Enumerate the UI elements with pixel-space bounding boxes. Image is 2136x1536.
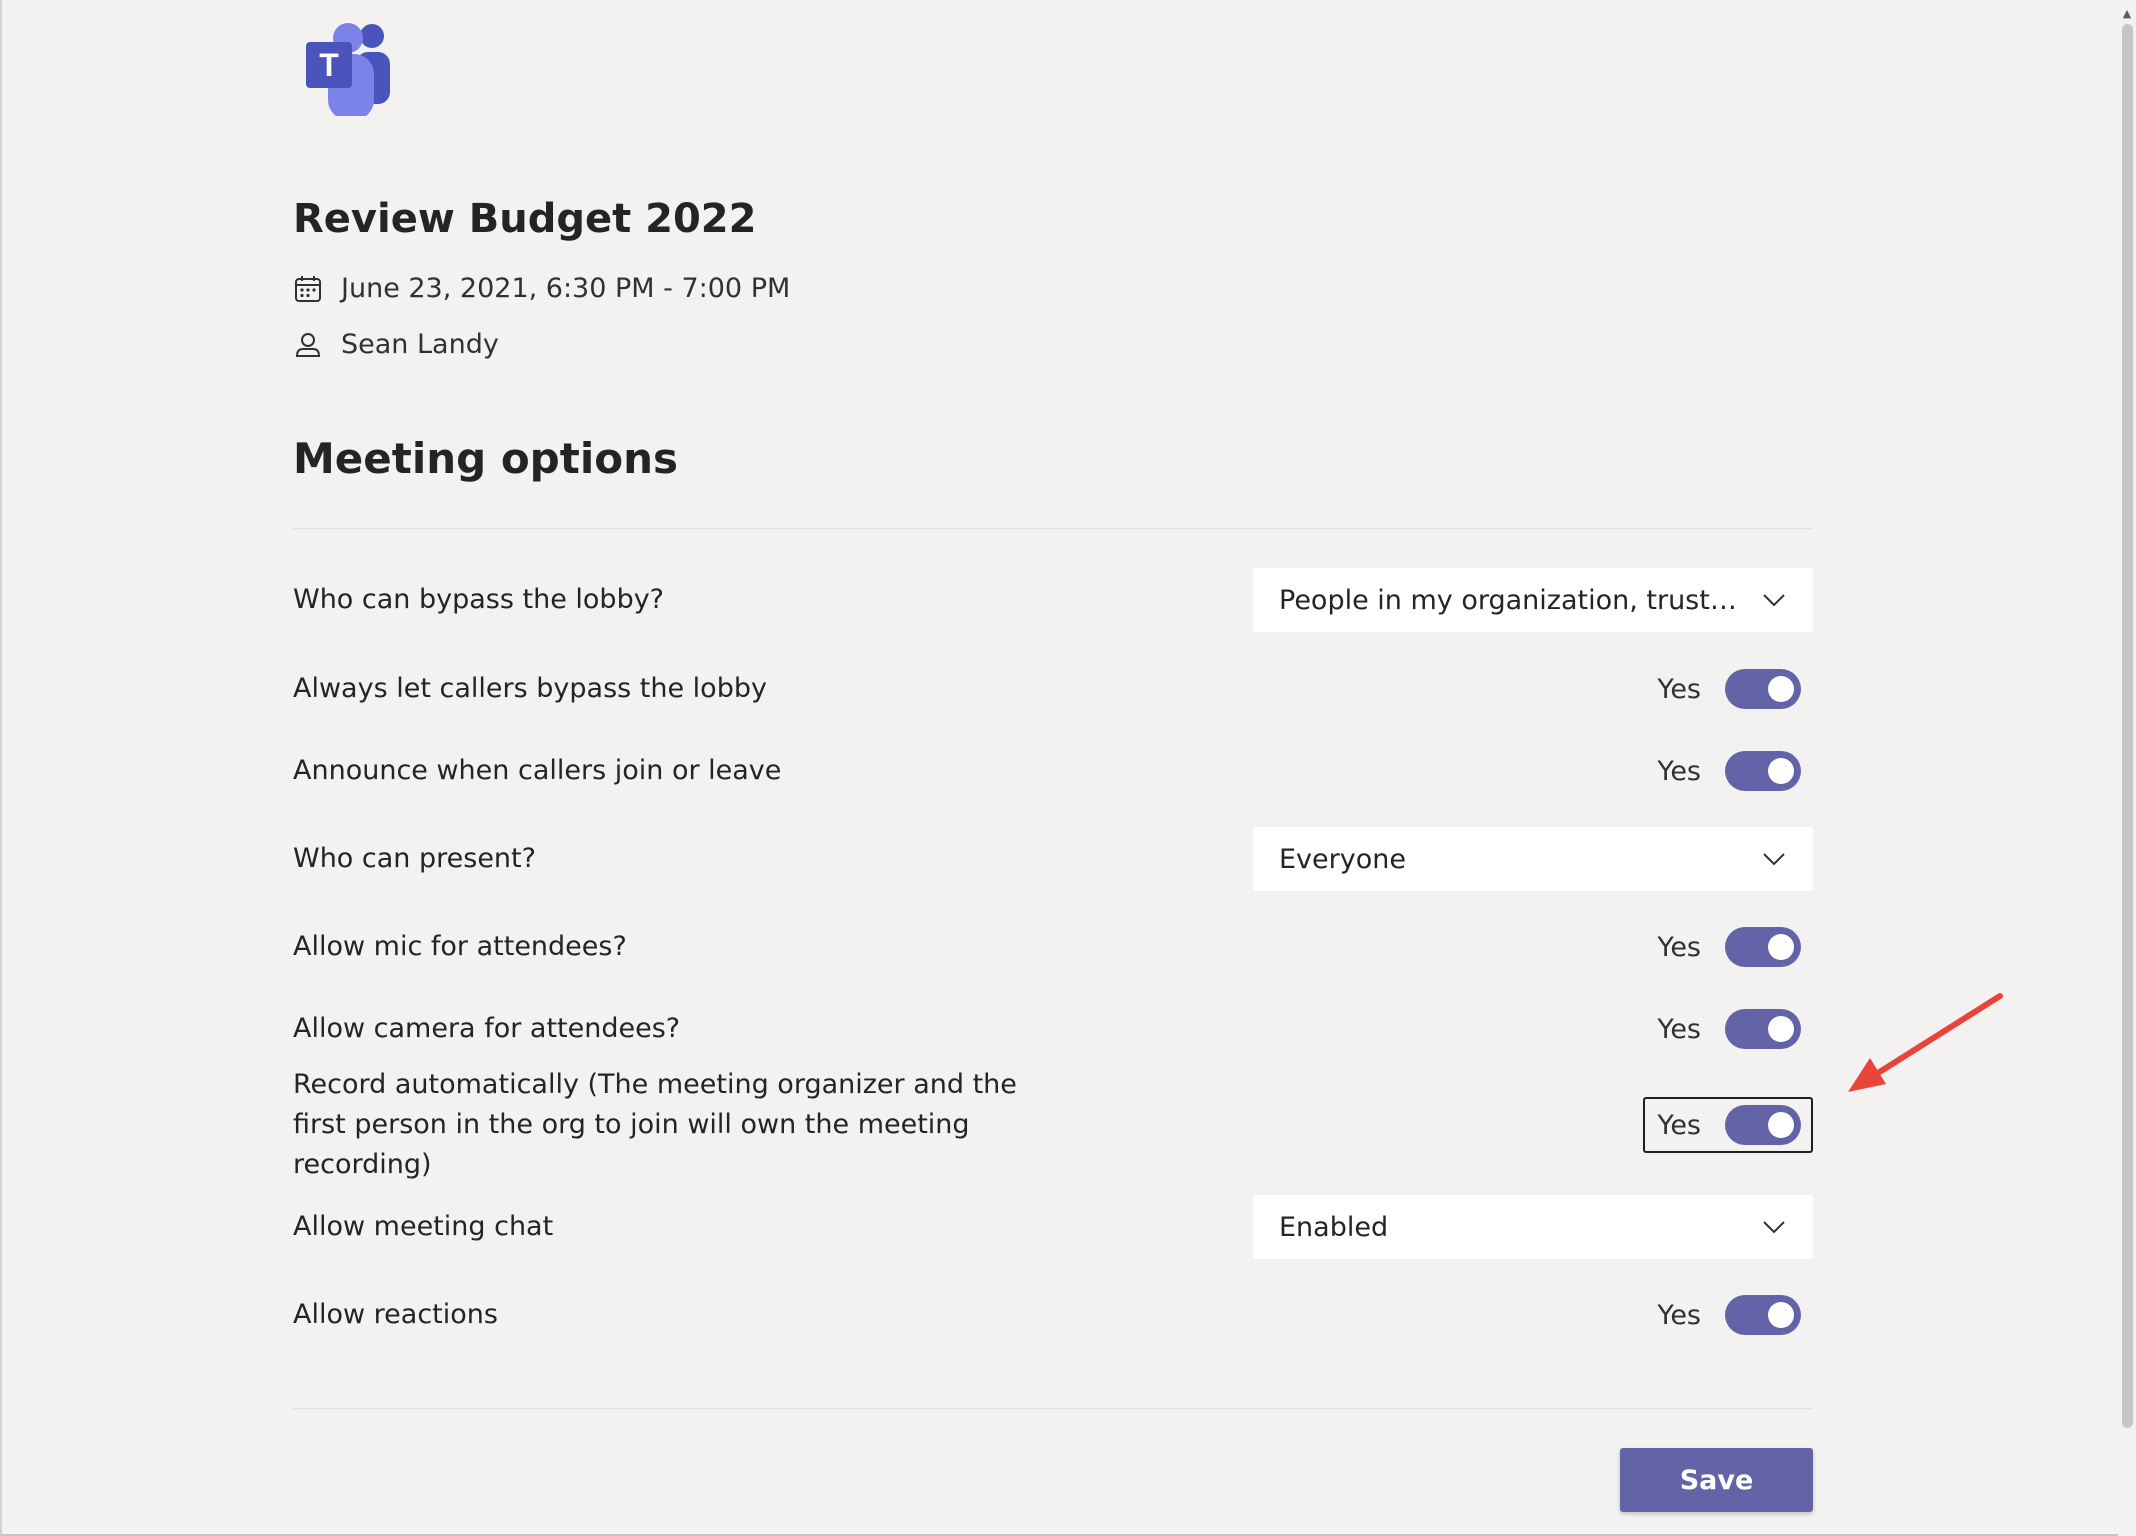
announce-callers-toggle[interactable] — [1725, 751, 1801, 791]
chevron-down-icon — [1761, 587, 1787, 613]
divider — [293, 528, 1813, 529]
allow-reactions-toggle-group[interactable]: Yes — [1643, 1287, 1813, 1343]
bypass-lobby-dropdown[interactable]: People in my organization, truste... — [1253, 568, 1813, 632]
divider — [293, 1408, 1813, 1409]
annotation-arrow-icon — [1848, 993, 2003, 1092]
option-bypass-lobby: Who can bypass the lobby? People in my o… — [293, 568, 1813, 632]
chevron-down-icon — [1761, 846, 1787, 872]
allow-reactions-toggle[interactable] — [1725, 1295, 1801, 1335]
dropdown-value: People in my organization, truste... — [1279, 584, 1739, 616]
calendar-icon — [293, 274, 323, 304]
save-button[interactable]: Save — [1620, 1448, 1813, 1512]
toggle-state: Yes — [1657, 755, 1701, 787]
option-label: Allow mic for attendees? — [293, 931, 627, 962]
toggle-state: Yes — [1657, 673, 1701, 705]
option-label: Who can present? — [293, 843, 536, 874]
toggle-knob — [1768, 934, 1794, 960]
option-label: Allow camera for attendees? — [293, 1013, 681, 1044]
toggle-state: Yes — [1657, 1299, 1701, 1331]
option-label: Who can bypass the lobby? — [293, 584, 665, 615]
option-label: Allow reactions — [293, 1299, 498, 1330]
allow-mic-toggle-group[interactable]: Yes — [1643, 919, 1813, 975]
option-callers-bypass: Always let callers bypass the lobby Yes — [293, 660, 1813, 718]
record-automatically-toggle-group[interactable]: Yes — [1643, 1097, 1813, 1153]
svg-text:T: T — [319, 47, 339, 83]
scroll-up-arrow-icon[interactable]: ▲ — [2120, 6, 2134, 20]
toggle-state: Yes — [1657, 931, 1701, 963]
callers-bypass-toggle[interactable] — [1725, 669, 1801, 709]
option-label: Record automatically (The meeting organi… — [293, 1069, 1017, 1180]
toggle-state: Yes — [1657, 1013, 1701, 1045]
meeting-organizer: Sean Landy — [341, 329, 499, 360]
meeting-organizer-row: Sean Landy — [293, 329, 499, 360]
option-label: Allow meeting chat — [293, 1211, 554, 1242]
option-record-automatically: Record automatically (The meeting organi… — [293, 1069, 1813, 1180]
option-meeting-chat: Allow meeting chat Enabled — [293, 1195, 1813, 1259]
option-allow-mic: Allow mic for attendees? Yes — [293, 918, 1813, 976]
toggle-knob — [1768, 758, 1794, 784]
option-allow-reactions: Allow reactions Yes — [293, 1286, 1813, 1344]
option-label: Always let callers bypass the lobby — [293, 673, 767, 704]
record-automatically-toggle[interactable] — [1725, 1105, 1801, 1145]
option-label: Announce when callers join or leave — [293, 755, 782, 786]
meeting-datetime: June 23, 2021, 6:30 PM - 7:00 PM — [341, 273, 791, 304]
option-allow-camera: Allow camera for attendees? Yes — [293, 1000, 1813, 1058]
meeting-datetime-row: June 23, 2021, 6:30 PM - 7:00 PM — [293, 273, 790, 304]
scrollbar[interactable]: ▲ — [2118, 0, 2136, 1536]
dropdown-value: Enabled — [1279, 1211, 1389, 1243]
allow-mic-toggle[interactable] — [1725, 927, 1801, 967]
toggle-knob — [1768, 1016, 1794, 1042]
announce-callers-toggle-group[interactable]: Yes — [1643, 743, 1813, 799]
section-title: Meeting options — [293, 434, 678, 483]
option-announce-callers: Announce when callers join or leave Yes — [293, 742, 1813, 800]
meeting-title: Review Budget 2022 — [293, 196, 757, 242]
meeting-chat-dropdown[interactable]: Enabled — [1253, 1195, 1813, 1259]
option-who-can-present: Who can present? Everyone — [293, 827, 1813, 891]
callers-bypass-toggle-group[interactable]: Yes — [1643, 661, 1813, 717]
allow-camera-toggle-group[interactable]: Yes — [1643, 1001, 1813, 1057]
teams-logo: T — [306, 16, 406, 120]
toggle-knob — [1768, 1112, 1794, 1138]
toggle-knob — [1768, 676, 1794, 702]
dropdown-value: Everyone — [1279, 843, 1406, 875]
toggle-state: Yes — [1657, 1109, 1701, 1141]
allow-camera-toggle[interactable] — [1725, 1009, 1801, 1049]
chevron-down-icon — [1761, 1214, 1787, 1240]
scrollbar-thumb[interactable] — [2122, 24, 2133, 1428]
toggle-knob — [1768, 1302, 1794, 1328]
person-icon — [293, 330, 323, 360]
who-can-present-dropdown[interactable]: Everyone — [1253, 827, 1813, 891]
